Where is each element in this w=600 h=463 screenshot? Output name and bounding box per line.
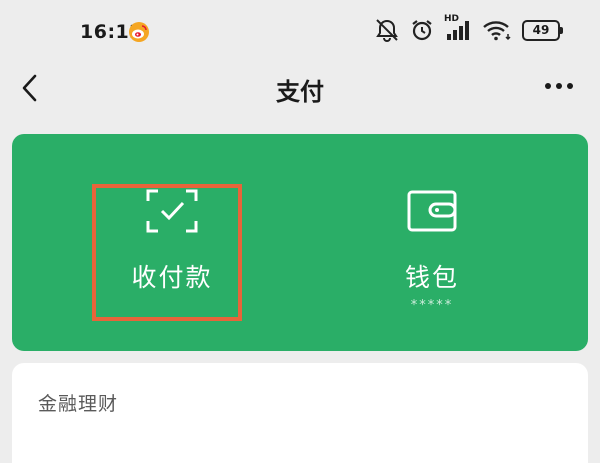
wallet-balance-masked: ***** bbox=[410, 298, 454, 313]
highlight-box bbox=[92, 184, 242, 321]
wifi-icon bbox=[483, 21, 511, 41]
status-bar: 16:12 HD 49 bbox=[0, 0, 600, 66]
mute-icon bbox=[376, 19, 398, 42]
alarm-icon bbox=[412, 20, 432, 41]
wallet-icon bbox=[406, 188, 458, 238]
nav-bar: 支付 bbox=[0, 66, 600, 110]
signal-icon: HD bbox=[444, 14, 472, 42]
finance-section: 金融理财 bbox=[12, 363, 588, 463]
more-icon[interactable] bbox=[544, 76, 574, 100]
battery-indicator: 49 bbox=[522, 19, 563, 41]
section-title: 金融理财 bbox=[38, 393, 119, 415]
wallet-button[interactable]: 钱包 ***** bbox=[332, 134, 532, 351]
page-title: 支付 bbox=[276, 78, 324, 106]
weibo-icon bbox=[128, 21, 150, 47]
wallet-label: 钱包 bbox=[404, 263, 459, 292]
status-icons: HD 49 bbox=[374, 14, 563, 42]
